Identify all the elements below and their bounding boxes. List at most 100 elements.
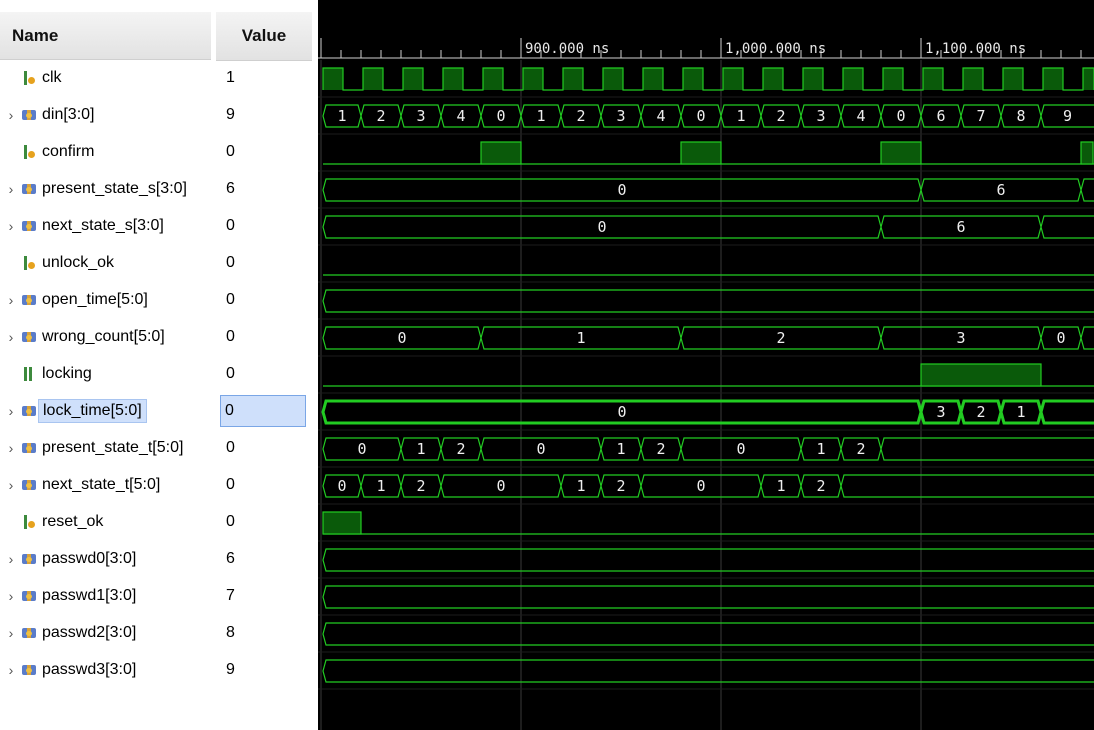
chevron-right-icon[interactable]: › <box>0 440 22 456</box>
chevron-right-icon[interactable]: › <box>0 477 22 493</box>
bus-segment-value: 7 <box>976 107 985 125</box>
clock-high-fill <box>483 68 503 90</box>
signal-row[interactable]: confirm <box>0 134 211 170</box>
chevron-right-icon[interactable]: › <box>0 403 22 419</box>
bus-segment-value: 3 <box>616 107 625 125</box>
signal-row[interactable]: clk <box>0 60 211 96</box>
chevron-right-icon[interactable]: › <box>0 181 22 197</box>
signal-value-panel: Value 1 9 0 6 0 0 0 0 0 0 0 0 0 6 7 8 9 <box>216 0 312 730</box>
signal-row[interactable]: › passwd3[3:0] <box>0 652 211 688</box>
signal-name: present_state_s[3:0] <box>42 180 187 197</box>
chevron-right-icon[interactable]: › <box>0 551 22 567</box>
bus-segment <box>322 548 1094 572</box>
bus-segment-value: 4 <box>656 107 665 125</box>
signal-value-cell[interactable]: 0 <box>216 319 312 355</box>
bus-segment-value: 0 <box>617 181 626 199</box>
signal-row[interactable]: unlock_ok <box>0 245 211 281</box>
clock-high-fill <box>963 68 983 90</box>
chevron-right-icon[interactable]: › <box>0 218 22 234</box>
signal-value-cell[interactable]: 0 <box>216 467 312 503</box>
signal-row[interactable]: reset_ok <box>0 504 211 540</box>
value-column-header[interactable]: Value <box>216 12 312 61</box>
signal-value: 0 <box>226 513 235 530</box>
bit-waveform-high <box>680 141 722 165</box>
signal-row[interactable]: › lock_time[5:0] <box>0 393 211 429</box>
bus-segment-value: 3 <box>936 403 945 421</box>
chevron-right-icon[interactable]: › <box>0 292 22 308</box>
signal-row[interactable]: › passwd1[3:0] <box>0 578 211 614</box>
bus-signal-icon <box>22 107 36 123</box>
bus-segment-value: 0 <box>1056 329 1065 347</box>
signal-row[interactable]: › passwd0[3:0] <box>0 541 211 577</box>
signal-row[interactable]: › present_state_s[3:0] <box>0 171 211 207</box>
signal-row[interactable]: › wrong_count[5:0] <box>0 319 211 355</box>
clock-high-fill <box>363 68 383 90</box>
signal-value: 0 <box>226 365 235 382</box>
bus-signal-icon <box>22 440 36 456</box>
signal-value-cell[interactable]: 0 <box>216 208 312 244</box>
bit-waveform-high <box>322 511 362 535</box>
bus-segment-value: 2 <box>456 440 465 458</box>
bus-segment-value: 1 <box>416 440 425 458</box>
signal-value-cell[interactable]: 6 <box>216 541 312 577</box>
signal-row[interactable]: › next_state_s[3:0] <box>0 208 211 244</box>
chevron-right-icon[interactable]: › <box>0 662 22 678</box>
signal-value: 1 <box>226 69 235 86</box>
signal-value-cell[interactable]: 0 <box>216 430 312 466</box>
signal-name: passwd0[3:0] <box>42 550 137 567</box>
signal-value-cell[interactable]: 9 <box>216 97 312 133</box>
chevron-right-icon[interactable]: › <box>0 625 22 641</box>
chevron-right-icon[interactable]: › <box>0 588 22 604</box>
bus-signal-icon <box>22 329 36 345</box>
bus-signal-icon <box>22 551 36 567</box>
waveform-canvas[interactable]: 900.000 ns1,000.000 ns1,100.000 ns1,200.… <box>318 0 1094 730</box>
bus-segment-value: 4 <box>456 107 465 125</box>
bus-segment-value: 0 <box>736 440 745 458</box>
bit-waveform-high <box>920 363 1042 387</box>
signal-value-cell[interactable]: 6 <box>216 171 312 207</box>
signal-value-cell[interactable]: 0 <box>216 245 312 281</box>
bus-segment-value: 8 <box>1016 107 1025 125</box>
signal-value-cell[interactable]: 0 <box>216 504 312 540</box>
signal-name: reset_ok <box>42 513 104 530</box>
chevron-right-icon[interactable]: › <box>0 329 22 345</box>
signal-value-cell[interactable]: 8 <box>216 615 312 651</box>
bus-segment-value: 0 <box>896 107 905 125</box>
signal-value-cell[interactable]: 0 <box>216 393 312 429</box>
signal-name: din[3:0] <box>42 106 95 123</box>
bus-signal-icon <box>22 662 36 678</box>
clock-high-fill <box>603 68 623 90</box>
clock-high-fill <box>803 68 823 90</box>
signal-name: present_state_t[5:0] <box>42 439 184 456</box>
signal-name: open_time[5:0] <box>42 291 148 308</box>
signal-row[interactable]: › next_state_t[5:0] <box>0 467 211 503</box>
clock-high-fill <box>643 68 663 90</box>
bus-segment-value: 0 <box>696 477 705 495</box>
bus-signal-icon <box>22 588 36 604</box>
name-column-header[interactable]: Name <box>0 12 211 60</box>
signal-value-cell[interactable]: 0 <box>216 282 312 318</box>
clock-high-fill <box>443 68 463 90</box>
bit-signal-icon <box>22 366 36 382</box>
clock-high-fill <box>683 68 703 90</box>
signal-name: next_state_s[3:0] <box>42 217 164 234</box>
signal-value-cell[interactable]: 0 <box>216 356 312 392</box>
signal-row[interactable]: › present_state_t[5:0] <box>0 430 211 466</box>
bus-signal-icon <box>22 292 36 308</box>
signal-row[interactable]: › open_time[5:0] <box>0 282 211 318</box>
bus-segment-value: 1 <box>576 329 585 347</box>
signal-row[interactable]: › din[3:0] <box>0 97 211 133</box>
bus-segment-value: 0 <box>617 403 626 421</box>
clock-high-fill <box>1043 68 1063 90</box>
bus-segment-value: 0 <box>397 329 406 347</box>
signal-row[interactable]: › passwd2[3:0] <box>0 615 211 651</box>
bus-segment-value: 1 <box>616 440 625 458</box>
signal-value: 8 <box>226 624 235 641</box>
signal-row[interactable]: locking <box>0 356 211 392</box>
bus-segment-value: 2 <box>416 477 425 495</box>
signal-value-cell[interactable]: 9 <box>216 652 312 688</box>
signal-value-cell[interactable]: 0 <box>216 134 312 170</box>
chevron-right-icon[interactable]: › <box>0 107 22 123</box>
signal-value-cell[interactable]: 1 <box>216 60 312 96</box>
signal-value-cell[interactable]: 7 <box>216 578 312 614</box>
